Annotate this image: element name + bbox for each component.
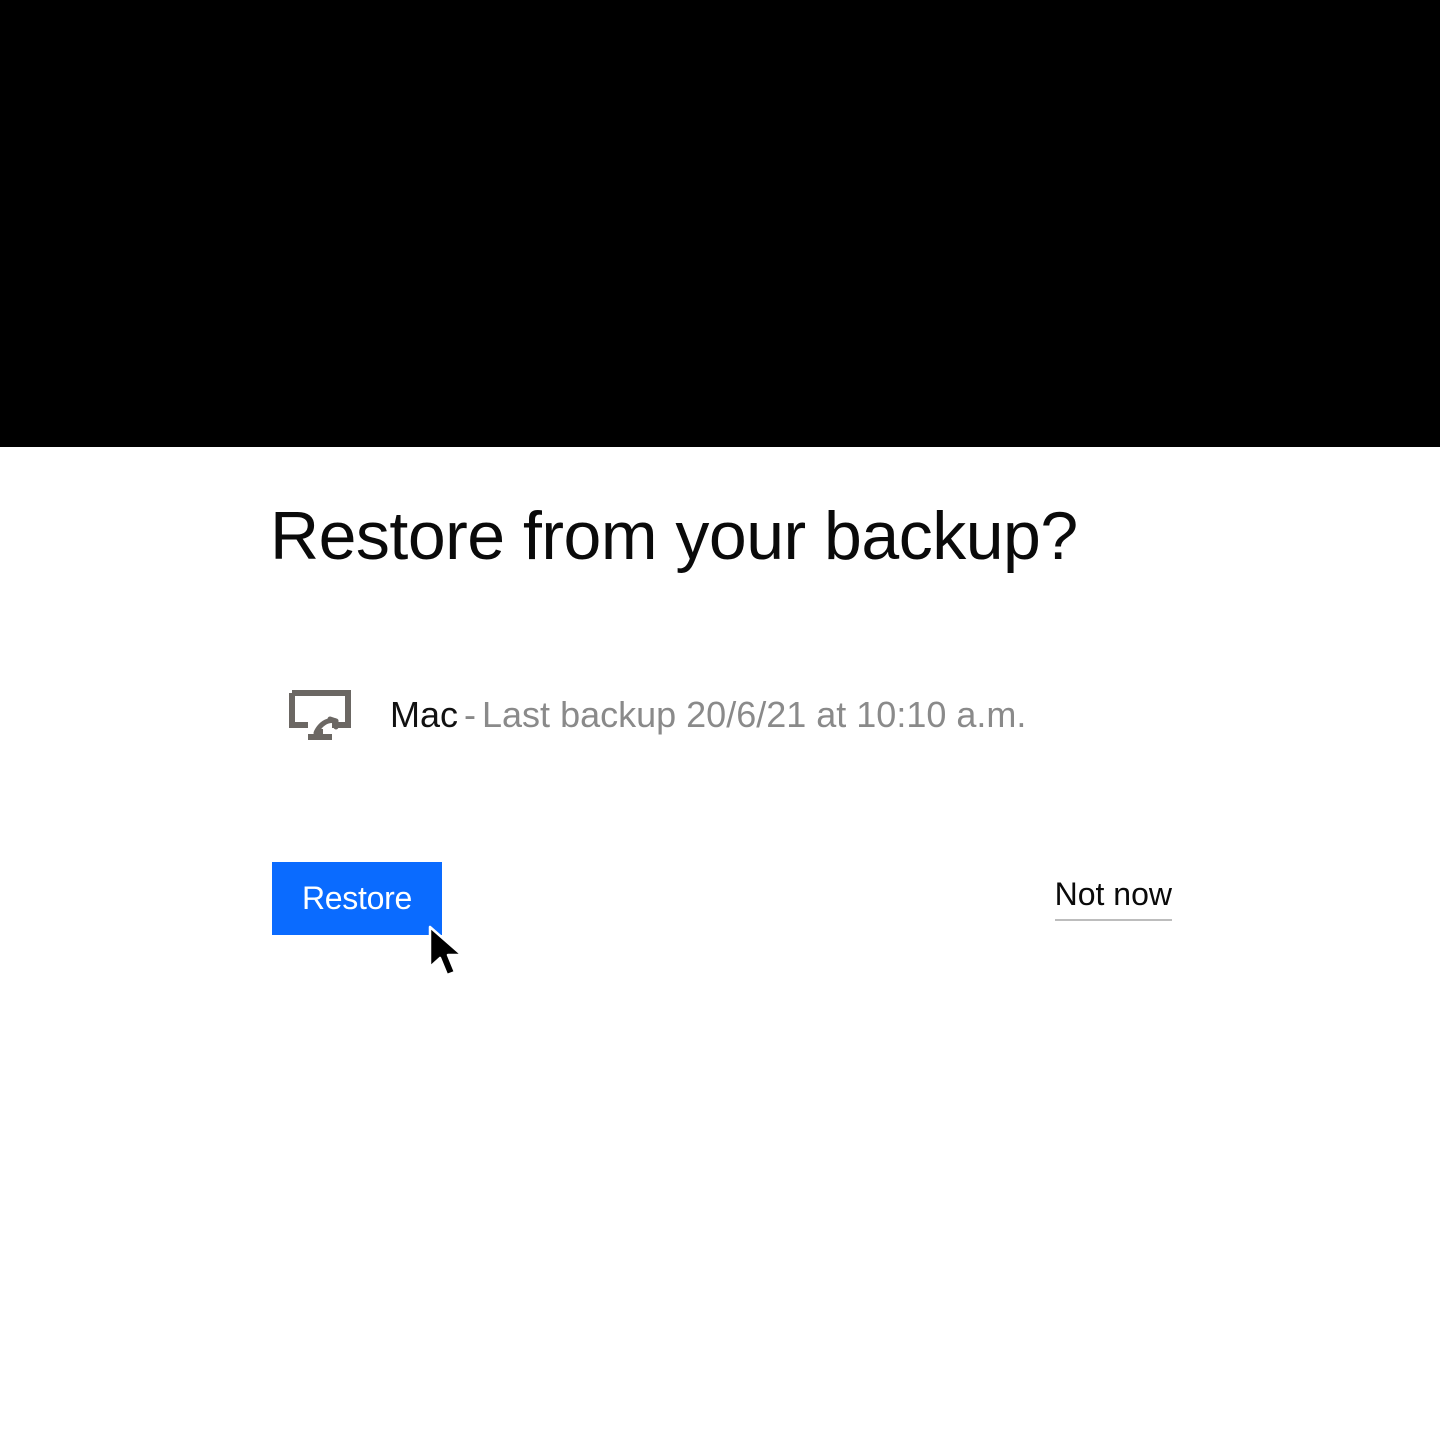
dialog-title: Restore from your backup? <box>270 497 1078 575</box>
separator-text: - <box>464 694 476 736</box>
monitor-upload-icon <box>286 687 354 743</box>
button-row: Restore Not now <box>272 862 1172 935</box>
dialog-content: Restore from your backup? Mac - Last bac… <box>0 447 1440 1440</box>
backup-entry: Mac - Last backup 20/6/21 at 10:10 a.m. <box>286 687 1026 743</box>
restore-button[interactable]: Restore <box>272 862 442 935</box>
top-black-bar <box>0 0 1440 447</box>
device-name: Mac <box>390 694 458 736</box>
backup-timestamp: Last backup 20/6/21 at 10:10 a.m. <box>482 694 1026 736</box>
not-now-link[interactable]: Not now <box>1055 876 1172 921</box>
